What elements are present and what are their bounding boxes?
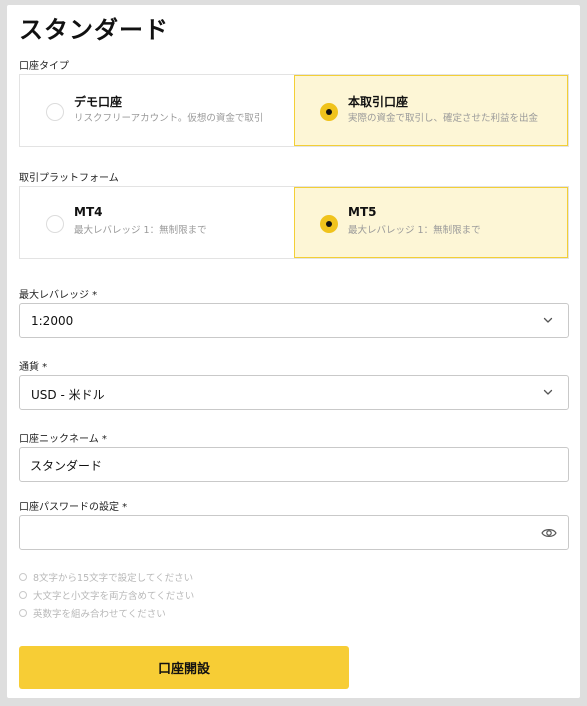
option-title: デモ口座 [74,95,123,109]
nickname-field[interactable] [19,447,569,482]
radio-selected-icon[interactable] [320,103,338,121]
password-rule-item: 英数字を組み合わせてください [19,606,166,620]
option-title: MT4 [74,205,103,219]
leverage-label: 最大レバレッジ * [19,290,98,301]
nickname-input[interactable] [30,454,530,476]
platform-label: 取引プラットフォーム [19,173,119,184]
password-label: 口座パスワードの設定 * [19,502,128,513]
platform-options: MT4 最大レバレッジ 1：無制限まで MT5 最大レバレッジ 1：無制限まで [19,186,569,259]
open-account-button[interactable]: 口座開設 [19,646,349,689]
rule-circle-icon [19,609,27,617]
password-field[interactable] [19,515,569,550]
rule-circle-icon [19,573,27,581]
password-rule-text: 8文字から15文字で設定してください [33,573,194,584]
chevron-down-icon [543,317,553,323]
option-description: 実際の資金で取引し、確定させた利益を出金 [348,113,539,124]
account-type-options: デモ口座 リスクフリーアカウント。仮想の資金で取引 本取引口座 実際の資金で取引… [19,74,569,147]
nickname-label: 口座ニックネーム * [19,434,107,445]
page-title: スタンダード [19,16,169,44]
option-description: 最大レバレッジ 1：無制限まで [74,225,207,236]
radio-unselected-icon[interactable] [46,103,64,121]
password-rule-text: 英数字を組み合わせてください [33,609,166,620]
password-rule-item: 8文字から15文字で設定してください [19,570,193,584]
account-type-label: 口座タイプ [19,61,69,72]
option-description: リスクフリーアカウント。仮想の資金で取引 [74,113,264,124]
option-description: 最大レバレッジ 1：無制限まで [348,225,481,236]
account-type-live-option[interactable]: 本取引口座 実際の資金で取引し、確定させた利益を出金 [294,75,568,146]
currency-select[interactable]: USD - 米ドル [19,375,569,410]
leverage-value: 1:2000 [31,314,74,328]
rule-circle-icon [19,591,27,599]
platform-mt4-option[interactable]: MT4 最大レバレッジ 1：無制限まで [20,187,294,258]
currency-value: USD - 米ドル [31,388,105,402]
account-type-demo-option[interactable]: デモ口座 リスクフリーアカウント。仮想の資金で取引 [20,75,294,146]
platform-mt5-option[interactable]: MT5 最大レバレッジ 1：無制限まで [294,187,568,258]
radio-selected-icon[interactable] [320,215,338,233]
radio-unselected-icon[interactable] [46,215,64,233]
currency-label: 通貨 * [19,362,48,373]
leverage-select[interactable]: 1:2000 [19,303,569,338]
eye-icon[interactable] [541,526,557,540]
password-rule-text: 大文字と小文字を両方含めてください [33,591,195,602]
option-title: MT5 [348,205,377,219]
password-input[interactable] [30,522,530,544]
option-title: 本取引口座 [348,95,409,109]
chevron-down-icon [543,389,553,395]
password-rule-item: 大文字と小文字を両方含めてください [19,588,194,602]
